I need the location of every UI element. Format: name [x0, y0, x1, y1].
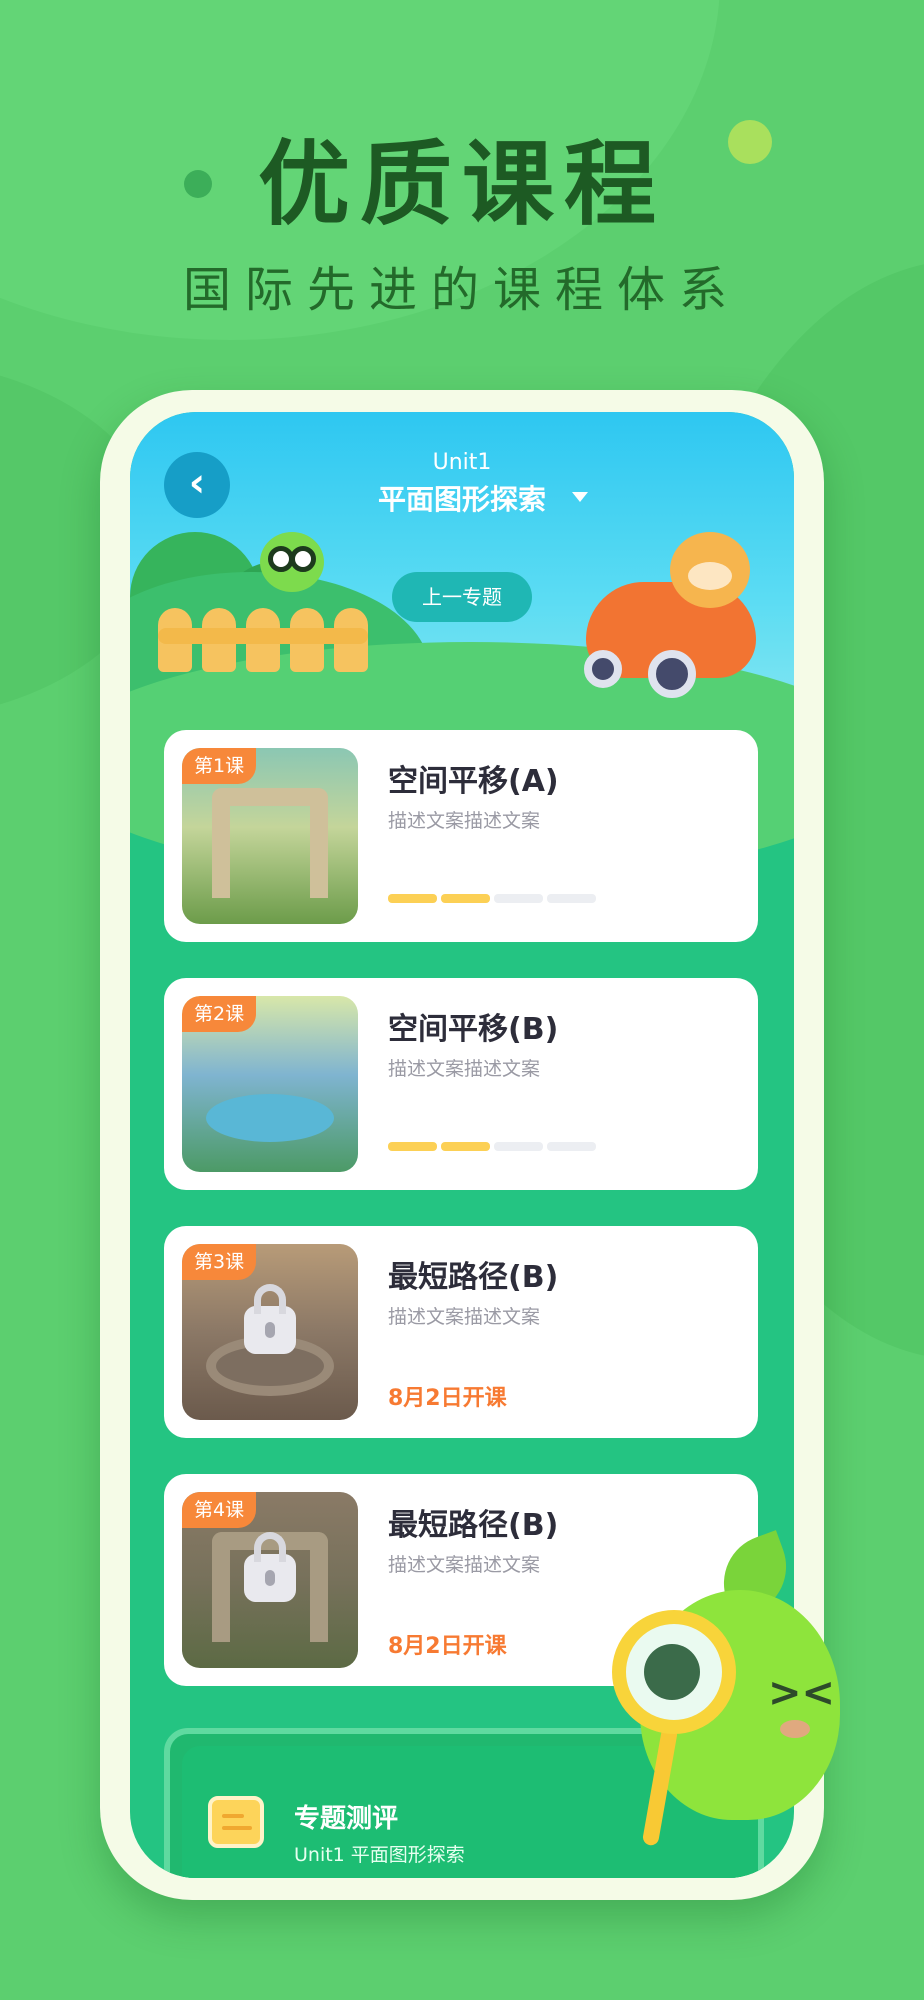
- unit-label: Unit1: [432, 450, 492, 475]
- bear-mascot: [670, 532, 750, 608]
- lesson-progress-bar: [388, 894, 598, 903]
- assessment-title: 专题测评: [294, 1804, 399, 1834]
- lesson-badge: 第3课: [182, 1244, 257, 1280]
- lesson-title: 空间平移(B): [388, 1012, 559, 1047]
- lock-icon: [244, 1532, 296, 1602]
- lesson-card-1[interactable]: 第1课 空间平移(A) 描述文案描述文案: [164, 730, 758, 942]
- caret-down-icon[interactable]: [572, 492, 588, 502]
- prev-topic-button[interactable]: 上一专题: [392, 572, 532, 622]
- lesson-card-3[interactable]: 第3课 最短路径(B) 描述文案描述文案 8月2日开课: [164, 1226, 758, 1438]
- lesson-badge: 第2课: [182, 996, 257, 1032]
- assessment-subtitle: Unit1 平面图形探索: [294, 1844, 465, 1866]
- lock-icon: [244, 1284, 296, 1354]
- lesson-thumbnail: 第2课: [182, 996, 358, 1172]
- topic-selector[interactable]: 平面图形探索: [130, 478, 794, 518]
- lesson-start-date: 8月2日开课: [388, 1634, 507, 1659]
- magnifier-mascot: ><: [600, 1520, 860, 1900]
- lesson-thumbnail: 第4课: [182, 1492, 358, 1668]
- lesson-start-date: 8月2日开课: [388, 1386, 507, 1411]
- lesson-description: 描述文案描述文案: [388, 1058, 541, 1080]
- lesson-description: 描述文案描述文案: [388, 810, 541, 832]
- lesson-thumbnail: 第3课: [182, 1244, 358, 1420]
- lesson-progress-bar: [388, 1142, 598, 1151]
- lesson-title: 最短路径(B): [388, 1508, 559, 1543]
- hero-title: 优质课程: [257, 131, 666, 238]
- hero-subtitle: 国际先进的课程体系: [182, 262, 741, 318]
- lesson-title: 最短路径(B): [388, 1260, 559, 1295]
- note-icon: [208, 1796, 264, 1848]
- frog-mascot: [260, 532, 324, 592]
- lesson-badge: 第4课: [182, 1492, 257, 1528]
- lesson-description: 描述文案描述文案: [388, 1306, 541, 1328]
- lesson-title: 空间平移(A): [388, 764, 559, 799]
- lesson-badge: 第1课: [182, 748, 257, 784]
- lesson-description: 描述文案描述文案: [388, 1554, 541, 1576]
- fence-illustration: [158, 602, 368, 672]
- lesson-thumbnail: 第1课: [182, 748, 358, 924]
- lesson-card-2[interactable]: 第2课 空间平移(B) 描述文案描述文案: [164, 978, 758, 1190]
